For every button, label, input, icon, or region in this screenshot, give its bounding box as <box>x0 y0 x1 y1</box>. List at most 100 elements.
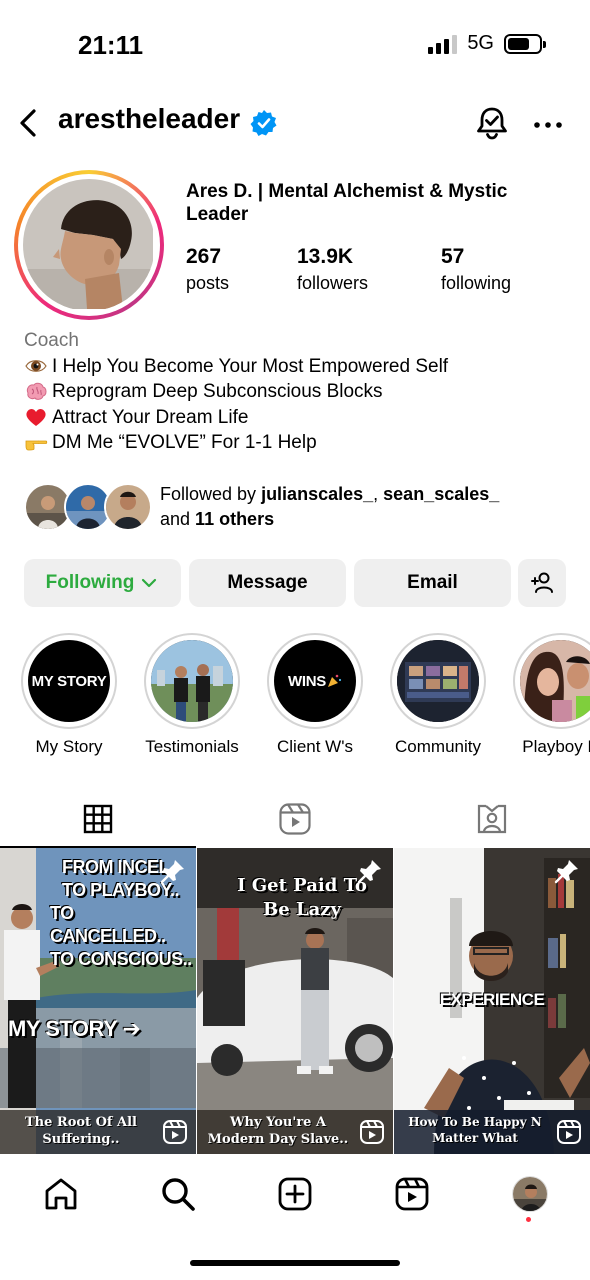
profile-avatar-story-ring[interactable] <box>14 170 164 320</box>
highlight-playboy[interactable]: Playboy D <box>506 633 590 757</box>
bio-line: DM Me “EVOLVE” For 1-1 Help <box>24 430 564 456</box>
bio-line-text: Attract Your Dream Life <box>52 406 249 428</box>
email-button-label: Email <box>407 572 458 593</box>
highlight-my-story[interactable]: MY STORY My Story <box>14 633 124 757</box>
post-overlay-bottom-text: MY STORY ➔ <box>8 1016 141 1041</box>
post-overlay-text: EXPERIENCE <box>394 990 590 1010</box>
followed-by-text: Followed by julianscales_, sean_scales_ … <box>160 482 560 532</box>
status-time: 21:11 <box>78 30 144 60</box>
reels-icon <box>395 1177 429 1211</box>
tab-reels[interactable] <box>197 790 393 848</box>
grid-post[interactable]: FROM INCEL TO PLAYBOY.. TO CANCELLED.. T… <box>0 848 196 1154</box>
followed-by-others[interactable]: 11 others <box>195 509 274 529</box>
home-indicator[interactable] <box>190 1260 400 1266</box>
bio-line-text: I Help You Become Your Most Empowered Se… <box>52 355 449 377</box>
profile-avatar-small <box>512 1176 548 1212</box>
profile-username: arestheleader <box>58 103 241 134</box>
party-popper-icon <box>327 674 342 687</box>
back-button[interactable] <box>12 105 48 141</box>
nav-reels[interactable] <box>392 1174 432 1214</box>
highlight-cover-text: WINS <box>288 672 326 690</box>
post-caption-bar: Why You're A Modern Day Slave.. <box>197 1110 393 1154</box>
profile-tabs <box>0 790 590 848</box>
reels-icon <box>279 803 311 835</box>
post-caption: Why You're A Modern Day Slave.. <box>207 1115 349 1147</box>
nav-search[interactable] <box>158 1174 198 1214</box>
profile-actions: Following Message Email <box>24 559 566 607</box>
bio-line: Attract Your Dream Life <box>24 405 564 431</box>
followed-by-separator: , <box>373 484 384 504</box>
profile-header: arestheleader <box>0 95 590 151</box>
notifications-bell-button[interactable] <box>472 103 512 143</box>
highlight-cover <box>397 640 479 722</box>
following-label: following <box>441 273 512 293</box>
pinned-icon <box>554 860 578 884</box>
more-horizontal-icon <box>534 122 562 128</box>
tab-tagged[interactable] <box>394 790 590 848</box>
network-label: 5G <box>467 32 494 54</box>
post-overlay-line: TO CONSCIOUS.. <box>50 949 192 969</box>
post-overlay-text: I Get Paid To Be Lazy <box>227 874 377 922</box>
followers-stat[interactable]: 13.9K followers <box>297 245 368 294</box>
profile-category: Coach <box>24 330 79 351</box>
followers-label: followers <box>297 273 369 293</box>
bio-line: Reprogram Deep Subconscious Blocks <box>24 379 564 405</box>
bio-line: I Help You Become Your Most Empowered Se… <box>24 354 564 380</box>
highlight-community[interactable]: Community <box>383 633 493 757</box>
post-caption: The Root Of All Suffering.. <box>24 1115 137 1147</box>
profile-bio: Coach I Help You Become Your Most Empowe… <box>24 328 564 456</box>
following-button[interactable]: Following <box>24 559 181 607</box>
more-options-button[interactable] <box>530 107 566 143</box>
status-bar: 21:11 5G <box>0 0 590 90</box>
profile-display-name: Ares D. | Mental Alchemist & Mystic Lead… <box>186 181 508 225</box>
grid-post[interactable]: I Get Paid To Be Lazy Why You're A Moder… <box>197 848 393 1154</box>
mutual-username[interactable]: sean_scales_ <box>383 484 499 504</box>
followed-by-section[interactable]: Followed by julianscales_, sean_scales_ … <box>24 480 564 536</box>
post-overlay-line: TO CANCELLED.. <box>50 903 166 946</box>
highlight-cover: MY STORY <box>28 640 110 722</box>
pinned-icon <box>160 860 184 884</box>
reel-badge-icon <box>557 1120 581 1144</box>
posts-label: posts <box>186 273 230 293</box>
highlight-cover: WINS <box>274 640 356 722</box>
post-caption-bar: How To Be Happy N Matter What <box>394 1110 590 1154</box>
highlight-cover <box>151 640 233 722</box>
plus-square-icon <box>278 1177 312 1211</box>
tab-posts-grid[interactable] <box>0 790 196 848</box>
followed-by-and-visible: and <box>160 509 196 529</box>
bell-check-icon <box>477 107 507 140</box>
highlight-cover <box>520 640 590 722</box>
highlight-label: Community <box>395 737 481 756</box>
nav-home[interactable] <box>41 1174 81 1214</box>
tagged-icon <box>477 804 507 834</box>
highlight-testimonials[interactable]: Testimonials <box>137 633 247 757</box>
followed-by-prefix: Followed by <box>160 484 262 504</box>
post-overlay-line: Be Lazy <box>263 899 341 920</box>
post-caption-bar: The Root Of All Suffering.. <box>0 1110 196 1154</box>
brain-emoji-icon <box>24 380 48 404</box>
profile-stats: 267 posts 13.9K followers 57 following <box>186 245 566 305</box>
following-stat[interactable]: 57 following <box>441 245 511 294</box>
following-button-label: Following <box>45 572 135 593</box>
verified-badge-icon <box>250 109 278 137</box>
posts-stat[interactable]: 267 posts <box>186 245 229 294</box>
nav-create[interactable] <box>275 1174 315 1214</box>
grid-icon <box>83 804 113 834</box>
grid-post[interactable]: EXPERIENCE How To Be Happy N Matter What <box>394 848 590 1154</box>
signal-icon <box>428 34 458 54</box>
status-indicators: 5G <box>428 32 546 55</box>
highlight-client-wins[interactable]: WINS Client W's <box>260 633 370 757</box>
post-overlay-line: I Get Paid To <box>237 875 367 896</box>
email-button[interactable]: Email <box>354 559 511 607</box>
pinned-icon <box>357 860 381 884</box>
highlight-label: Playboy D <box>522 737 590 756</box>
message-button[interactable]: Message <box>189 559 346 607</box>
bottom-navigation <box>0 1158 590 1280</box>
home-icon <box>45 1178 77 1210</box>
following-count: 57 <box>441 245 465 268</box>
mutual-username[interactable]: julianscales_ <box>261 484 373 504</box>
suggest-users-button[interactable] <box>518 559 566 607</box>
nav-profile[interactable] <box>510 1174 550 1214</box>
bio-line-text: DM Me “EVOLVE” For 1-1 Help <box>52 432 317 453</box>
chevron-left-icon <box>20 109 36 137</box>
